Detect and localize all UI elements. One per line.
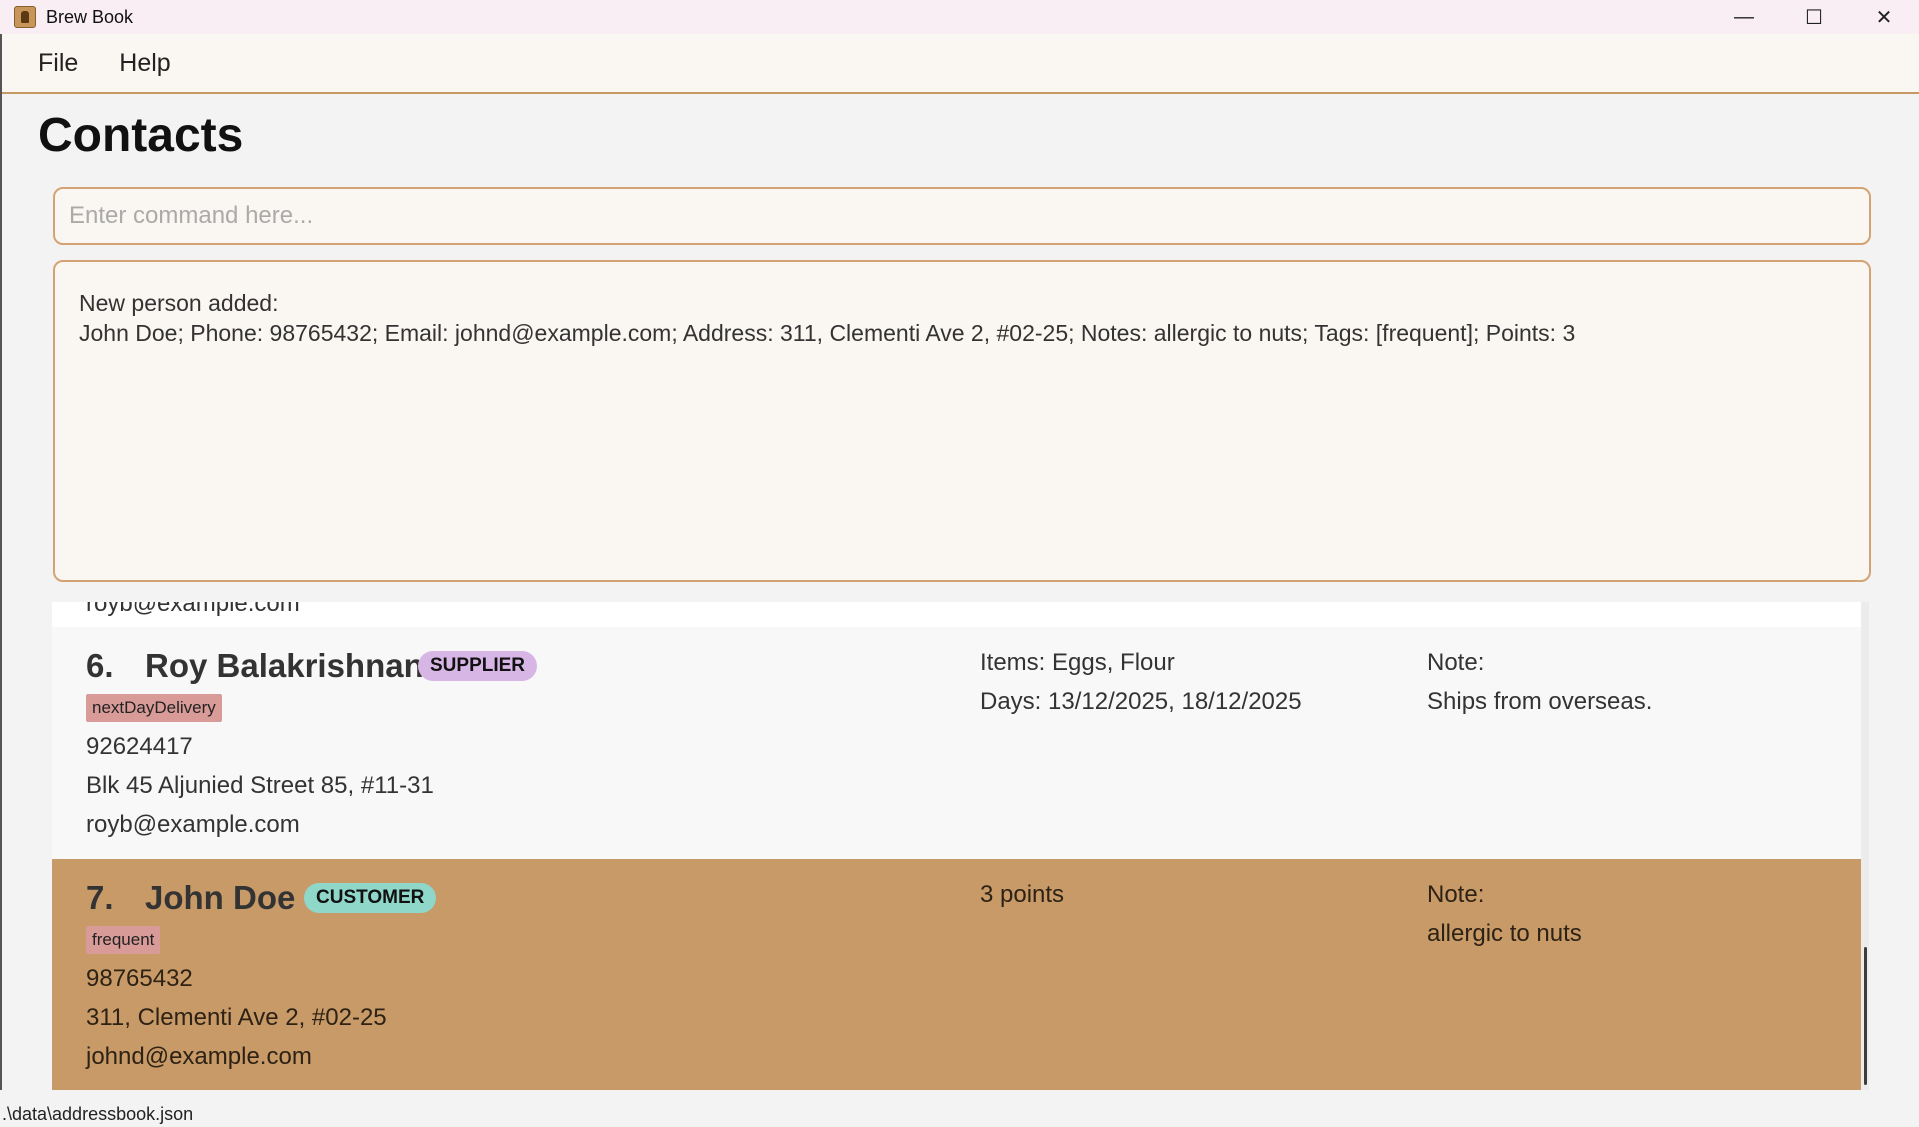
contact-note: allergic to nuts bbox=[1427, 920, 1582, 947]
result-line-2: John Doe; Phone: 98765432; Email: johnd@… bbox=[79, 320, 1576, 346]
contact-tag: frequent bbox=[86, 926, 161, 954]
partial-email: royb@example.com bbox=[86, 602, 300, 617]
note-label: Note: bbox=[1427, 881, 1485, 908]
menu-file[interactable]: File bbox=[38, 49, 78, 78]
result-display[interactable]: New person added: John Doe; Phone: 98765… bbox=[53, 260, 1871, 582]
contact-address: 311, Clementi Ave 2, #02-25 bbox=[86, 1004, 387, 1031]
contact-note: Ships from overseas. bbox=[1427, 688, 1653, 715]
status-bar: .\data\addressbook.json bbox=[0, 1090, 1919, 1127]
contact-tag: nextDayDelivery bbox=[86, 694, 222, 722]
menu-help[interactable]: Help bbox=[119, 49, 170, 78]
contact-name: John Doe bbox=[145, 879, 296, 916]
maximize-button[interactable]: ☐ bbox=[1779, 0, 1849, 34]
contact-name: Roy Balakrishnan bbox=[145, 647, 424, 684]
contact-phone: 92624417 bbox=[86, 733, 193, 760]
contact-index: 7. bbox=[86, 879, 114, 916]
contact-list[interactable]: royb@example.com 6. Roy Balakrishnan SUP… bbox=[52, 602, 1861, 1090]
title-bar: Brew Book — ☐ ✕ bbox=[0, 0, 1919, 34]
contact-address: Blk 45 Aljunied Street 85, #11-31 bbox=[86, 772, 434, 799]
list-item-partial[interactable]: royb@example.com bbox=[52, 602, 1861, 627]
contact-days: Days: 13/12/2025, 18/12/2025 bbox=[980, 688, 1302, 715]
note-label: Note: bbox=[1427, 649, 1485, 676]
page-title: Contacts bbox=[38, 109, 244, 162]
command-input[interactable] bbox=[69, 202, 1855, 230]
contact-items: Items: Eggs, Flour bbox=[980, 649, 1175, 676]
command-box[interactable] bbox=[53, 187, 1871, 245]
contact-email: royb@example.com bbox=[86, 811, 300, 838]
scroll-thumb[interactable] bbox=[1864, 947, 1867, 1085]
contact-email: johnd@example.com bbox=[86, 1043, 312, 1070]
contact-points: 3 points bbox=[980, 881, 1065, 908]
list-scrollbar[interactable] bbox=[1861, 602, 1869, 1090]
menu-bar: File Help bbox=[2, 34, 1919, 94]
minimize-button[interactable]: — bbox=[1709, 0, 1779, 34]
window-title: Brew Book bbox=[46, 6, 134, 27]
save-path: .\data\addressbook.json bbox=[2, 1104, 194, 1124]
result-line-1: New person added: bbox=[79, 290, 279, 316]
contact-card-selected[interactable]: 7. John Doe CUSTOMER frequent 98765432 3… bbox=[52, 859, 1861, 1090]
close-button[interactable]: ✕ bbox=[1849, 0, 1919, 34]
window-border bbox=[0, 34, 2, 1127]
supplier-badge: SUPPLIER bbox=[418, 651, 538, 681]
customer-badge: CUSTOMER bbox=[304, 883, 437, 913]
window-controls: — ☐ ✕ bbox=[1709, 0, 1919, 34]
contact-card[interactable]: 6. Roy Balakrishnan SUPPLIER nextDayDeli… bbox=[52, 627, 1861, 859]
app-icon bbox=[14, 6, 36, 28]
contact-phone: 98765432 bbox=[86, 965, 193, 992]
contact-index: 6. bbox=[86, 647, 114, 684]
